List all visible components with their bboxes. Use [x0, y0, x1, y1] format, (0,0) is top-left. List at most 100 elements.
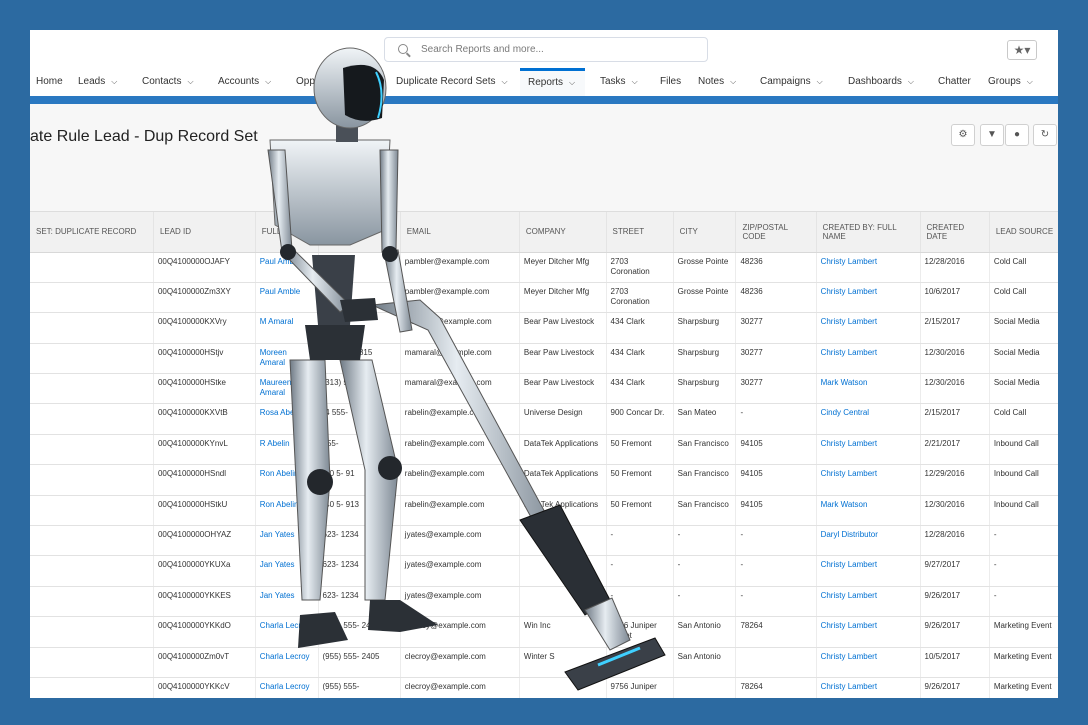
column-header[interactable]: CITY — [673, 212, 737, 253]
refresh-icon[interactable]: ↻ — [1033, 124, 1057, 146]
table-cell: 00Q4100000Zm0vT — [153, 647, 256, 678]
nav-tab-reports[interactable]: Reports ⌵ — [520, 68, 586, 96]
table-cell: clecroy@example.com — [400, 616, 520, 648]
table-cell: - — [989, 586, 1058, 618]
nav-tab-groups[interactable]: Groups ⌵ — [988, 76, 1033, 87]
table-cell: Sharpsburg — [673, 312, 737, 344]
chevron-down-icon[interactable]: ⌵ — [265, 77, 271, 87]
nav-tab-chatter[interactable]: Chatter — [938, 76, 971, 87]
column-header[interactable]: SET: DUPLICATE RECORD — [30, 212, 154, 253]
table-cell: Meyer Ditcher Mfg — [519, 282, 607, 314]
group-icon[interactable]: ● — [1005, 124, 1029, 146]
table-cell: 9756 Juniper — [606, 677, 674, 698]
table-cell: 623- 1234 — [318, 555, 401, 587]
column-header[interactable]: FULL NAME — [255, 212, 319, 253]
nav-tab-campaigns[interactable]: Campaigns ⌵ — [760, 76, 823, 87]
nav-tab-tasks[interactable]: Tasks ⌵ — [600, 76, 638, 87]
table-cell — [673, 677, 737, 698]
table-cell[interactable]: Mark Watson — [816, 495, 921, 527]
table-cell — [30, 586, 154, 618]
table-cell: 434 Clark — [606, 312, 674, 344]
table-cell: 12/30/2016 — [920, 343, 990, 375]
table-cell: 12/28/2016 — [920, 252, 990, 283]
table-cell[interactable]: M Amaral — [255, 312, 319, 344]
chevron-down-icon[interactable]: ⌵ — [817, 77, 823, 87]
table-cell[interactable]: Christy Lambert — [816, 586, 921, 618]
nav-tab-duplicate-record-sets[interactable]: Duplicate Record Sets ⌵ — [396, 76, 508, 87]
column-header[interactable]: CREATED DATE — [920, 212, 990, 253]
table-cell: 94105 — [735, 464, 817, 496]
table-cell: mamaral@example.com — [400, 312, 520, 344]
table-cell[interactable]: Christy Lambert — [816, 555, 921, 587]
favorites-star-icon[interactable]: ★▾ — [1007, 40, 1037, 60]
column-header[interactable]: LEAD SOURCE — [989, 212, 1058, 253]
salesforce-window: Search Reports and more... ★▾ Home Leads ⌵… — [30, 30, 1058, 698]
table-cell[interactable]: Christy Lambert — [816, 343, 921, 375]
nav-tab-opp[interactable]: Opp — [296, 76, 315, 87]
table-cell: San Antonio — [673, 647, 737, 678]
table-cell[interactable]: Christy Lambert — [816, 677, 921, 698]
table-cell: 00Q4100000YKKES — [153, 586, 256, 618]
table-cell: (70 555- — [318, 252, 401, 283]
table-cell: San Francisco — [673, 495, 737, 527]
table-cell: 623- 1234 — [318, 586, 401, 618]
table-cell: - — [673, 586, 737, 618]
table-cell[interactable]: Christy Lambert — [816, 252, 921, 283]
table-cell[interactable]: Christy Lambert — [816, 647, 921, 678]
table-cell[interactable]: Cindy Central — [816, 403, 921, 435]
nav-tab-notes[interactable]: Notes ⌵ — [698, 76, 736, 87]
chevron-down-icon[interactable]: ⌵ — [502, 77, 508, 87]
chevron-down-icon[interactable]: ⌵ — [1027, 77, 1033, 87]
table-cell[interactable]: Ron Abelin — [255, 464, 319, 496]
table-cell[interactable]: Paul Amble — [255, 282, 319, 314]
table-cell: Meyer Ditcher Mfg — [519, 252, 607, 283]
table-cell: 30277 — [735, 373, 817, 405]
table-cell[interactable]: Christy Lambert — [816, 282, 921, 314]
table-cell: 00Q4100000YKKdO — [153, 616, 256, 648]
table-cell[interactable]: Christy Lambert — [816, 616, 921, 648]
chevron-down-icon[interactable]: ⌵ — [632, 77, 638, 87]
chevron-down-icon[interactable]: ⌵ — [908, 77, 914, 87]
nav-tab-leads[interactable]: Leads ⌵ — [78, 76, 117, 87]
table-cell[interactable]: Jan Yates — [255, 525, 319, 557]
table-cell[interactable]: Christy Lambert — [816, 464, 921, 496]
table-cell[interactable]: Christy Lambert — [816, 434, 921, 466]
table-cell[interactable]: Jan Yates — [255, 555, 319, 587]
table-cell[interactable]: Christy Lambert — [816, 312, 921, 344]
table-cell[interactable]: Daryl Distributor — [816, 525, 921, 557]
table-cell[interactable]: Mark Watson — [816, 373, 921, 405]
table-cell: (955) 555- — [318, 677, 401, 698]
column-header[interactable]: EMAIL — [400, 212, 520, 253]
chevron-down-icon[interactable]: ⌵ — [187, 77, 193, 87]
table-cell: 2/21/2017 — [920, 434, 990, 466]
table-cell[interactable]: Charla Lecroy — [255, 677, 319, 698]
column-header[interactable]: LEAD ID — [153, 212, 256, 253]
nav-tab-files[interactable]: Files — [660, 76, 681, 87]
table-cell[interactable]: Ron Abelin — [255, 495, 319, 527]
table-cell[interactable]: Charla Lecroy — [255, 616, 319, 648]
column-header[interactable]: NE — [318, 212, 401, 253]
global-search-input[interactable]: Search Reports and more... — [384, 37, 708, 62]
table-cell[interactable]: Jan Yates — [255, 586, 319, 618]
chevron-down-icon[interactable]: ⌵ — [111, 77, 117, 87]
table-cell[interactable]: Charla Lecroy — [255, 647, 319, 678]
search-icon — [398, 44, 408, 54]
table-cell[interactable]: Rosa Abelin* — [255, 403, 319, 435]
nav-tab-contacts[interactable]: Contacts ⌵ — [142, 76, 194, 87]
column-header[interactable]: ZIP/POSTAL CODE — [735, 212, 817, 253]
table-cell[interactable]: Maureen Amaral — [255, 373, 319, 405]
chevron-down-icon[interactable]: ⌵ — [730, 77, 736, 87]
table-cell[interactable]: Paul Amble — [255, 252, 319, 283]
nav-tab-dashboards[interactable]: Dashboards ⌵ — [848, 76, 914, 87]
nav-tab-accounts[interactable]: Accounts ⌵ — [218, 76, 271, 87]
settings-icon[interactable]: ⚙ — [951, 124, 975, 146]
column-header[interactable]: CREATED BY: FULL NAME — [816, 212, 921, 253]
column-header[interactable]: STREET — [606, 212, 674, 253]
nav-tab-home[interactable]: Home — [36, 76, 63, 87]
column-header[interactable]: COMPANY — [519, 212, 607, 253]
filter-icon[interactable]: ▼ — [980, 124, 1004, 146]
nav-tab-label: Contacts — [142, 76, 182, 87]
table-cell[interactable]: Moreen Amaral — [255, 343, 319, 375]
table-cell[interactable]: R Abelin — [255, 434, 319, 466]
chevron-down-icon[interactable]: ⌵ — [569, 78, 575, 88]
